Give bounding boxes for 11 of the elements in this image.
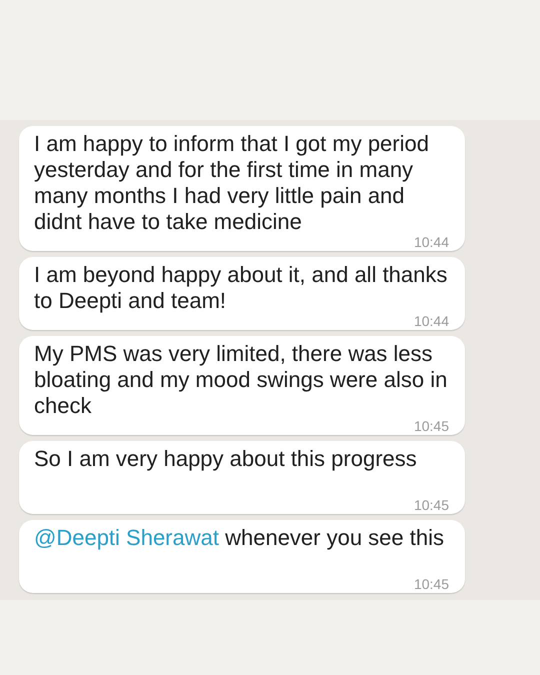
mention-link[interactable]: @Deepti Sherawat	[34, 525, 219, 550]
message-text: I am beyond happy about it, and all thanks to Deepti and team!	[34, 262, 448, 313]
message-text: My PMS was very limited, there was less bloating and my mood swings were also in check	[34, 341, 448, 418]
message-text: So I am very happy about this progress	[34, 446, 417, 471]
message-time: 10:44	[414, 235, 449, 249]
message-text: I am happy to inform that I got my period yesterday and for the first time in many many months I had very little pain and didnt have to take medicine	[34, 131, 429, 234]
message-time: 10:45	[414, 577, 449, 591]
message-text: @Deepti Sherawat whenever you see this	[34, 525, 444, 550]
message-time: 10:45	[414, 419, 449, 433]
message-time: 10:44	[414, 314, 449, 328]
message-time: 10:45	[414, 498, 449, 512]
